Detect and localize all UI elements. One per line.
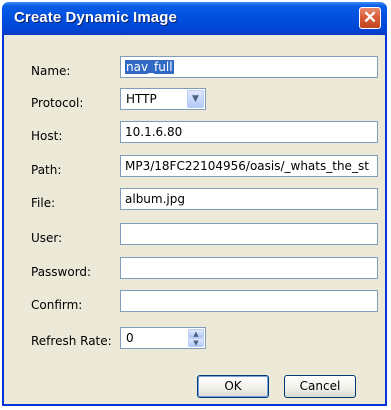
path-input[interactable]: MP3/18FC22104956/oasis/_whats_the_st [120, 155, 378, 177]
path-input-value: MP3/18FC22104956/oasis/_whats_the_st [125, 159, 369, 173]
refresh-rate-value: 0 [126, 331, 134, 345]
name-label: Name: [31, 64, 71, 78]
password-input[interactable] [120, 257, 378, 279]
confirm-input[interactable] [120, 290, 378, 312]
cancel-button[interactable]: Cancel [284, 375, 356, 398]
file-input-value: album.jpg [125, 192, 185, 206]
file-input[interactable]: album.jpg [120, 188, 378, 210]
user-input[interactable] [120, 223, 378, 245]
protocol-select[interactable]: HTTP ▼ [120, 88, 206, 110]
close-icon: ✕ [362, 8, 378, 27]
refresh-rate-stepper[interactable]: 0 ▲ ▼ [120, 327, 206, 349]
path-label: Path: [31, 163, 62, 177]
window-title: Create Dynamic Image [14, 9, 177, 26]
refresh-rate-label: Refresh Rate: [31, 334, 112, 348]
host-input-value: 10.1.6.80 [125, 125, 183, 139]
title-bar[interactable]: Create Dynamic Image ✕ [2, 2, 387, 35]
password-label: Password: [31, 265, 92, 279]
confirm-label: Confirm: [31, 298, 83, 312]
protocol-label: Protocol: [31, 96, 84, 110]
spin-down-icon[interactable]: ▼ [188, 338, 204, 347]
spin-up-icon[interactable]: ▲ [188, 329, 204, 338]
file-label: File: [31, 196, 56, 210]
host-label: Host: [31, 129, 63, 143]
name-input[interactable]: nav_full [120, 56, 378, 78]
name-input-value: nav_full [125, 60, 174, 74]
chevron-down-icon[interactable]: ▼ [187, 90, 204, 108]
host-input[interactable]: 10.1.6.80 [120, 121, 378, 143]
user-label: User: [31, 231, 63, 245]
close-button[interactable]: ✕ [359, 7, 381, 29]
ok-button[interactable]: OK [197, 375, 269, 398]
protocol-select-value: HTTP [126, 92, 157, 106]
